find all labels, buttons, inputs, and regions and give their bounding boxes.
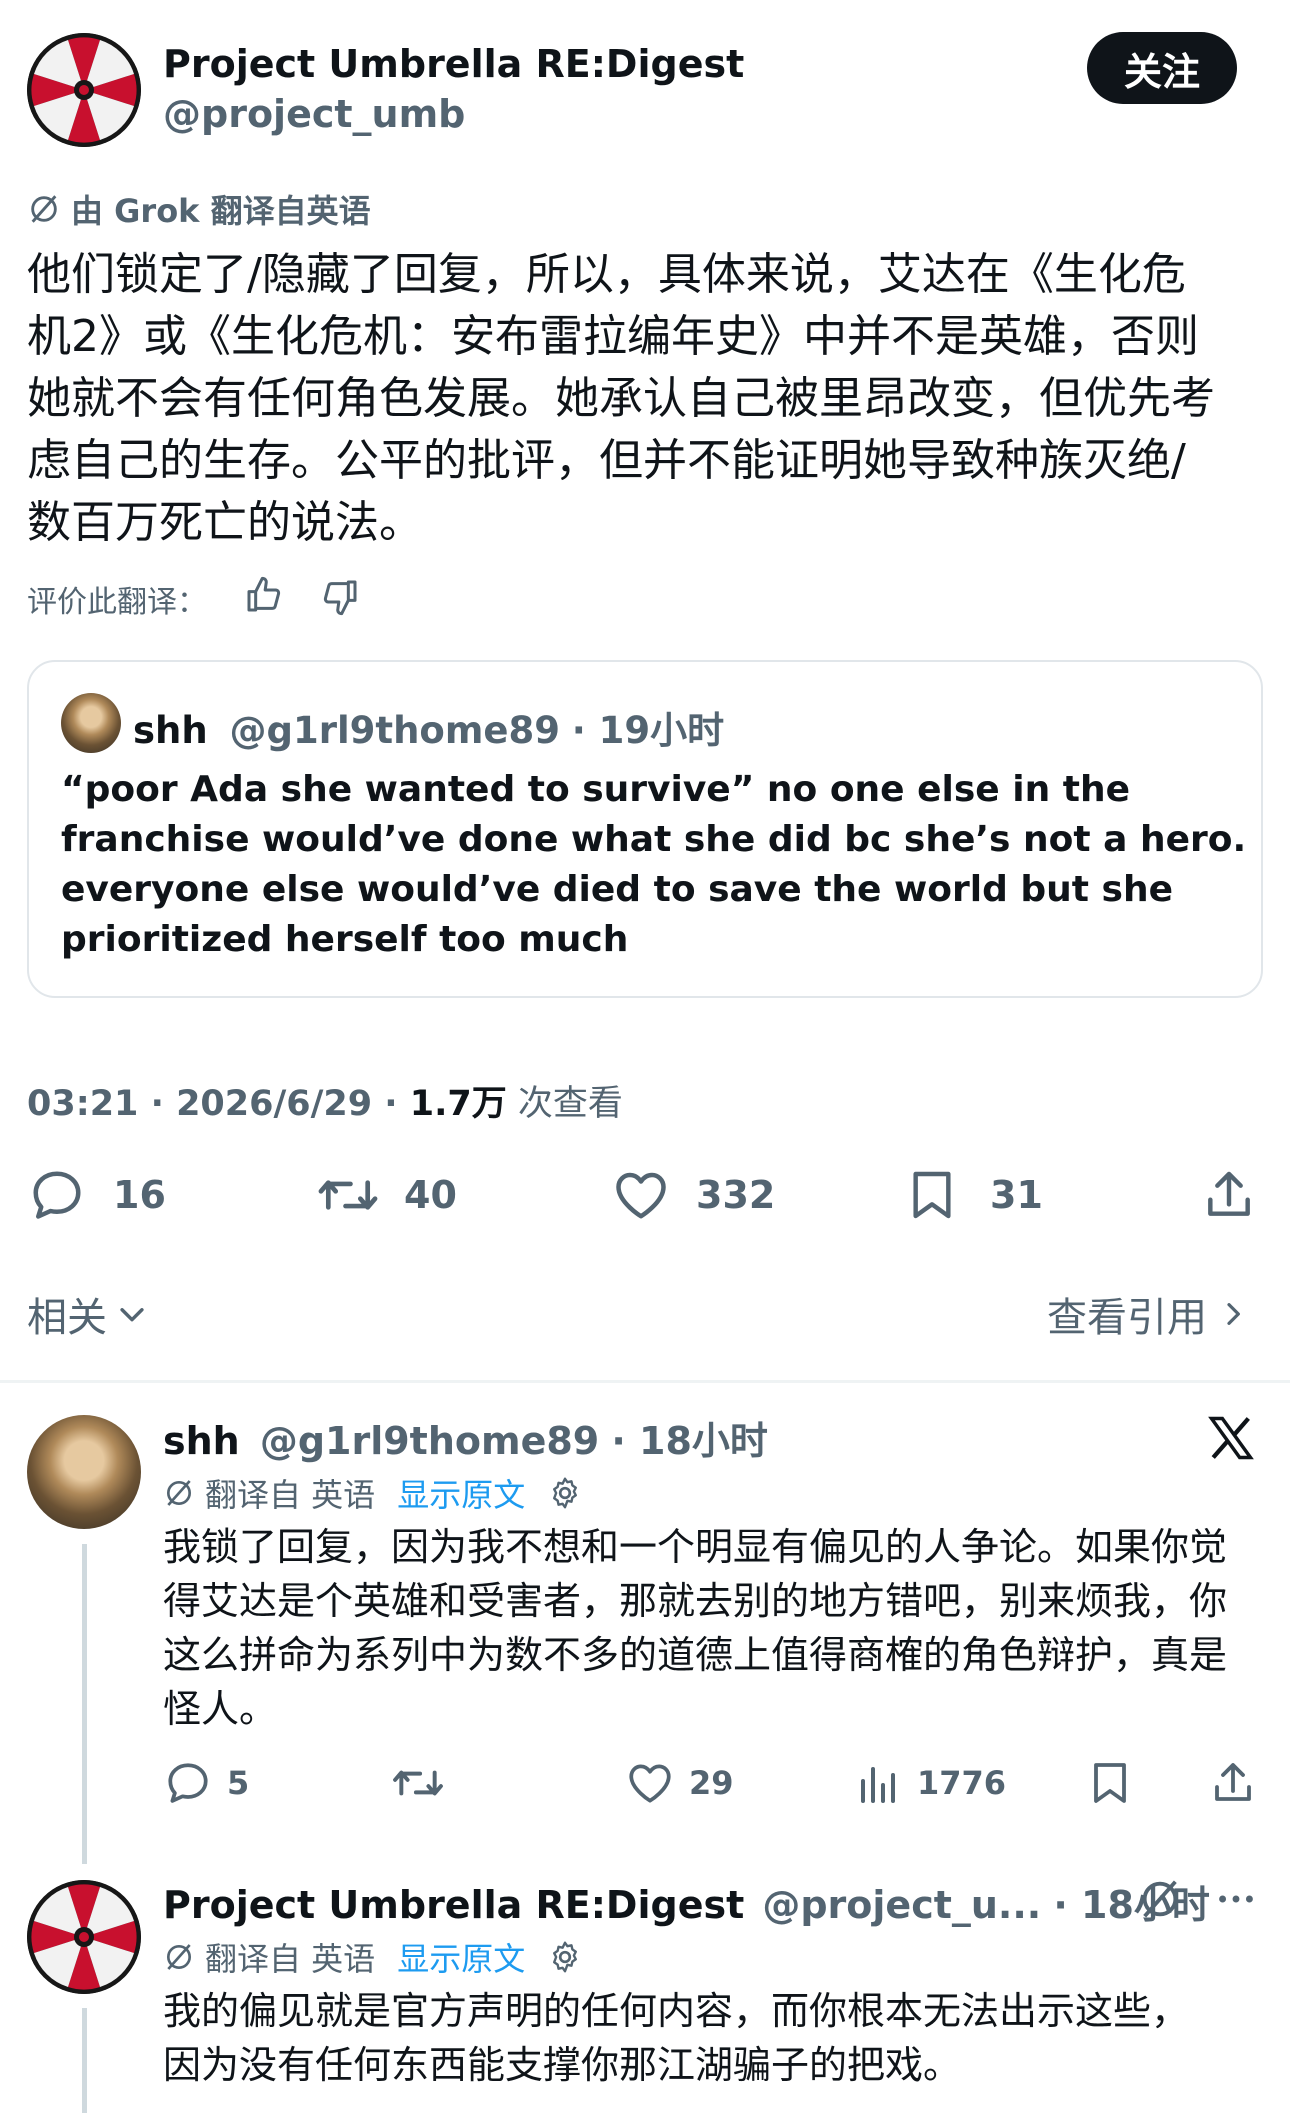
- quote-author-handle: @g1rl9thome89: [229, 709, 560, 752]
- reply-time: · 18小时: [1053, 1883, 1210, 1927]
- reply-header: Project Umbrella RE:Digest @project_u...…: [163, 1874, 1210, 1929]
- bookmark-icon[interactable]: [1086, 1758, 1134, 1808]
- show-original-link[interactable]: 显示原文: [397, 1470, 525, 1516]
- reply-avatar[interactable]: [27, 1880, 141, 1994]
- quote-time: · 19小时: [571, 709, 725, 752]
- heart-icon: [616, 1172, 666, 1219]
- reply-translate-note: 翻译自 英语: [205, 1476, 376, 1514]
- reply-button[interactable]: 16: [27, 1165, 166, 1225]
- reply-line: 因为没有任何东西能支撑你那江湖骗子的把戏。: [163, 2043, 962, 2087]
- quote-line: prioritized herself too much: [61, 919, 629, 960]
- reply-like-count: 29: [689, 1764, 734, 1802]
- reply-body: 我锁了回复，因为我不想和一个明显有偏见的人争论。如果你觉 得艾达是个英雄和受害者…: [163, 1520, 1227, 1736]
- quote-line: franchise would’ve done what she did bc …: [61, 819, 1247, 860]
- show-original-link[interactable]: 显示原文: [397, 1934, 525, 1980]
- grok-icon: [167, 1480, 191, 1506]
- follow-button[interactable]: 关注: [1087, 32, 1237, 104]
- repost-button[interactable]: 40: [316, 1165, 457, 1225]
- heart-icon: [629, 1764, 671, 1803]
- quote-author-name: shh: [133, 709, 208, 752]
- thumbs-down-icon[interactable]: [320, 577, 360, 617]
- share-icon[interactable]: [1209, 1758, 1257, 1808]
- reply-author-handle[interactable]: @g1rl9thome89: [260, 1419, 599, 1463]
- reply-views-button[interactable]: 1776: [855, 1758, 1006, 1808]
- reply-like-button[interactable]: 29: [625, 1758, 734, 1808]
- view-count-label: 次查看: [506, 1084, 623, 1124]
- reply-author-name[interactable]: shh: [163, 1419, 240, 1463]
- reply-body: 我的偏见就是官方声明的任何内容，而你根本无法出示这些， 因为没有任何东西能支撑你…: [163, 1984, 1189, 2092]
- post-line: 数百万死亡的说法。: [27, 497, 423, 548]
- reply-reply-button[interactable]: 5: [163, 1758, 249, 1808]
- like-count: 332: [696, 1173, 776, 1217]
- quote-line: “poor Ada she wanted to survive” no one …: [61, 769, 1131, 810]
- bookmark-button[interactable]: 31: [904, 1165, 1043, 1225]
- grok-translate-note: 由 Grok 翻译自英语: [27, 186, 371, 232]
- gear-icon[interactable]: [547, 1939, 583, 1975]
- reply-header: shh @g1rl9thome89 · 18小时: [163, 1410, 768, 1465]
- reply-time: · 18小时: [611, 1419, 768, 1463]
- quote-avatar: [61, 693, 121, 753]
- bookmark-icon: [913, 1171, 951, 1219]
- gear-icon[interactable]: [547, 1475, 583, 1511]
- bookmark-count: 31: [990, 1173, 1043, 1217]
- related-label: 相关: [27, 1295, 107, 1341]
- reply-author-name[interactable]: Project Umbrella RE:Digest: [163, 1883, 744, 1927]
- repost-icon: [318, 1180, 378, 1210]
- related-dropdown[interactable]: 相关: [27, 1285, 149, 1343]
- grok-icon: [31, 195, 57, 223]
- reply-translate-row: 翻译自 英语 显示原文: [163, 1934, 583, 1980]
- reply-icon: [33, 1171, 81, 1219]
- thumbs-up-icon[interactable]: [244, 575, 284, 615]
- grok-icon: [167, 1944, 191, 1970]
- post-line: 他们锁定了/隐藏了回复，所以，具体来说，艾达在《生化危: [27, 249, 1186, 300]
- quote-body: “poor Ada she wanted to survive” no one …: [61, 765, 1246, 965]
- chevron-down-icon: [120, 1308, 144, 1322]
- rate-translation-label: 评价此翻译：: [27, 585, 207, 620]
- reply-translate-row: 翻译自 英语 显示原文: [163, 1470, 583, 1516]
- post-line: 机2》或《生化危机：安布雷拉编年史》中并不是英雄，否则: [27, 311, 1199, 362]
- reply-view-count: 1776: [917, 1764, 1007, 1802]
- view-quotes-link[interactable]: 查看引用: [1047, 1285, 1249, 1343]
- umbrella-logo-icon: [27, 1880, 141, 1994]
- reply-avatar[interactable]: [27, 1415, 141, 1529]
- section-divider: [0, 1380, 1290, 1383]
- thread-line: [82, 1544, 87, 1864]
- post-line: 她就不会有任何角色发展。她承认自己被里昂改变，但优先考: [27, 373, 1215, 424]
- quote-line: everyone else would’ve died to save the …: [61, 869, 1174, 910]
- post-meta: 03:21 · 2026/6/29 · 1.7万 次查看: [27, 1075, 623, 1126]
- translate-note-text: 由 Grok 翻译自英语: [71, 192, 371, 230]
- reply-line: 我的偏见就是官方声明的任何内容，而你根本无法出示这些，: [163, 1989, 1190, 2033]
- share-icon[interactable]: [1201, 1165, 1257, 1225]
- post-line: 虑自己的生存。公平的批评，但并不能证明她导致种族灭绝/: [27, 435, 1186, 486]
- reply-icon: [168, 1763, 208, 1803]
- author-avatar[interactable]: [27, 33, 141, 147]
- reply-line: 得艾达是个英雄和受害者，那就去别的地方错吧，别来烦我，你: [163, 1579, 1228, 1623]
- reply-line: 怪人。: [163, 1687, 278, 1731]
- author-name[interactable]: Project Umbrella RE:Digest: [163, 42, 744, 86]
- reply-count: 16: [113, 1173, 166, 1217]
- like-button[interactable]: 332: [610, 1165, 775, 1225]
- quote-header: shh @g1rl9thome89 · 19小时: [133, 700, 724, 754]
- post-body: 他们锁定了/隐藏了回复，所以，具体来说，艾达在《生化危 机2》或《生化危机：安布…: [27, 244, 1215, 554]
- view-count: 1.7万: [409, 1084, 507, 1124]
- thread-line: [82, 2008, 87, 2113]
- repost-count: 40: [404, 1173, 457, 1217]
- reply-line: 我锁了回复，因为我不想和一个明显有偏见的人争论。如果你觉: [163, 1525, 1228, 1569]
- reply-author-handle[interactable]: @project_u...: [762, 1883, 1041, 1927]
- reply-translate-note: 翻译自 英语: [205, 1940, 376, 1978]
- post-timestamp[interactable]: 03:21 · 2026/6/29 ·: [27, 1084, 410, 1124]
- chevron-right-icon: [1227, 1303, 1240, 1325]
- analytics-icon: [861, 1767, 895, 1803]
- more-options-icon[interactable]: [1213, 1876, 1259, 1922]
- author-handle[interactable]: @project_umb: [163, 92, 465, 136]
- view-quotes-label: 查看引用: [1047, 1295, 1207, 1341]
- reply-reply-count: 5: [227, 1764, 250, 1802]
- repost-icon[interactable]: [390, 1758, 446, 1808]
- reply-line: 这么拼命为系列中为数不多的道德上值得商榷的角色辩护，真是: [163, 1633, 1228, 1677]
- umbrella-logo-icon: [27, 33, 141, 147]
- x-logo-icon: [1208, 1416, 1254, 1460]
- grok-icon[interactable]: [1137, 1876, 1183, 1922]
